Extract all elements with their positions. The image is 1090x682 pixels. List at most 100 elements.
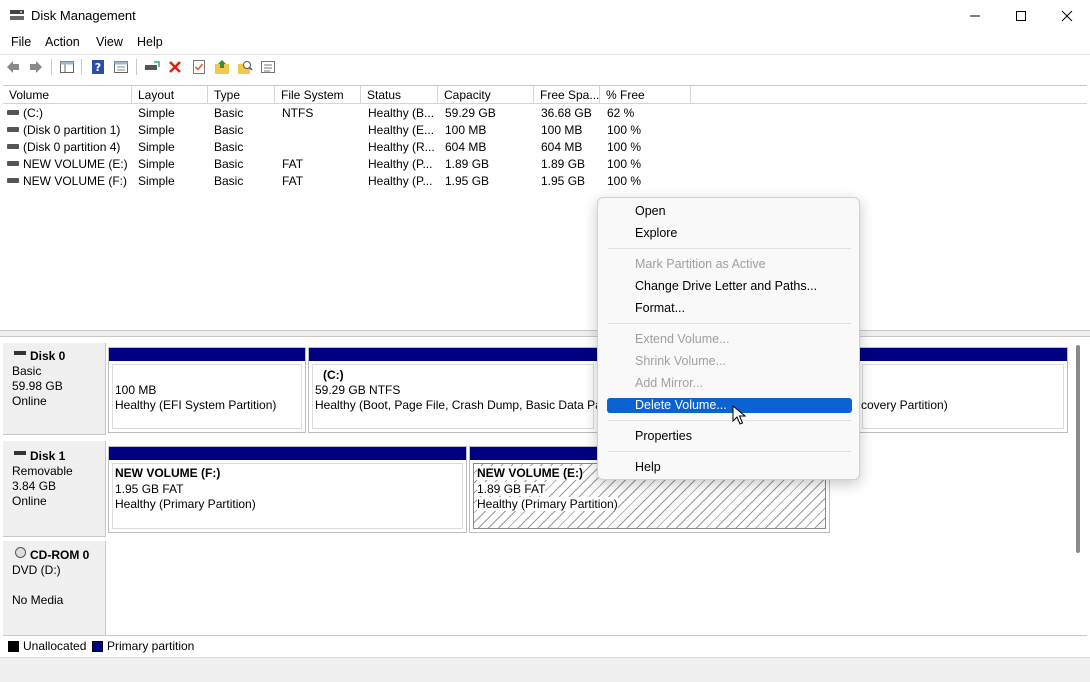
menu-item-change-drive-letter[interactable]: Change Drive Letter and Paths...: [635, 279, 817, 293]
menu-help[interactable]: Help: [137, 35, 163, 49]
search-folder-icon: [238, 61, 253, 74]
folder-up-button[interactable]: [213, 58, 231, 76]
column-header-volume[interactable]: Volume: [3, 86, 132, 104]
partition-status: covery Partition): [861, 398, 948, 412]
cell-type: Basic: [214, 123, 244, 137]
help-button[interactable]: ?: [89, 58, 107, 76]
cell-type: Basic: [214, 140, 244, 154]
partition-size: 59.29 GB NTFS: [315, 383, 401, 397]
cell-file-system: NTFS: [282, 106, 314, 120]
partition-status: Healthy (Boot, Page File, Crash Dump, Ba…: [315, 398, 598, 412]
primary-swatch: [92, 641, 103, 652]
partition-status: Healthy (Primary Partition): [477, 497, 618, 511]
table-row[interactable]: NEW VOLUME (F:) Simple Basic FAT Healthy…: [3, 173, 703, 190]
menu-item-delete-volume[interactable]: Delete Volume...: [635, 398, 727, 412]
maximize-icon: [1016, 10, 1026, 21]
menu-item-explore[interactable]: Explore: [635, 226, 677, 240]
column-header-file-system[interactable]: File System: [275, 86, 361, 104]
partition-efi[interactable]: 100 MB Healthy (EFI System Partition): [108, 347, 306, 433]
cell-volume: NEW VOLUME (E:): [23, 157, 128, 171]
disk-icon: [14, 351, 26, 355]
close-icon: [1061, 10, 1073, 21]
cell-layout: Simple: [138, 106, 175, 120]
delete-x-icon: [169, 61, 181, 73]
table-row[interactable]: (Disk 0 partition 1) Simple Basic Health…: [3, 122, 703, 139]
table-row[interactable]: (Disk 0 partition 4) Simple Basic Health…: [3, 139, 703, 156]
menu-item-open[interactable]: Open: [635, 204, 666, 218]
column-header-status[interactable]: Status: [361, 86, 438, 104]
menu-item-extend-volume: Extend Volume...: [635, 332, 730, 346]
connect-disk-button[interactable]: [143, 58, 161, 76]
cell-layout: Simple: [138, 140, 175, 154]
column-header-free-space[interactable]: Free Spa...: [534, 86, 600, 104]
cell-capacity: 59.29 GB: [445, 106, 496, 120]
menu-view[interactable]: View: [96, 35, 123, 49]
properties-pane-button[interactable]: [112, 58, 130, 76]
partition-title: (C:): [323, 368, 344, 382]
partition-title: NEW VOLUME (E:): [477, 466, 583, 480]
disk-1-state: Online: [12, 494, 47, 508]
cell-free-space: 100 MB: [541, 123, 583, 137]
delete-button[interactable]: [166, 58, 184, 76]
search-folder-button[interactable]: [236, 58, 254, 76]
properties-button[interactable]: [190, 58, 208, 76]
column-header-percent-free[interactable]: % Free: [600, 86, 691, 104]
cell-capacity: 100 MB: [445, 123, 487, 137]
partition-size: 100 MB: [115, 383, 157, 397]
cell-layout: Simple: [138, 123, 175, 137]
volume-list: Volume Layout Type File System Status Ca…: [3, 85, 1087, 330]
disk-0-type: Basic: [12, 364, 42, 378]
menu-file[interactable]: File: [11, 35, 31, 49]
drive-icon: [7, 178, 19, 183]
unallocated-swatch: [8, 641, 19, 652]
forward-button[interactable]: [27, 58, 45, 76]
menu-separator: [608, 451, 851, 452]
menu-item-format[interactable]: Format...: [635, 301, 685, 315]
cell-file-system: FAT: [282, 174, 304, 188]
table-row[interactable]: (C:) Simple Basic NTFS Healthy (B... 59.…: [3, 105, 703, 122]
cdrom-0-name: CD-ROM 0: [30, 548, 90, 562]
cell-capacity: 604 MB: [445, 140, 487, 154]
cell-free-space: 1.89 GB: [541, 157, 586, 171]
cell-capacity: 1.95 GB: [445, 174, 490, 188]
table-row[interactable]: NEW VOLUME (E:) Simple Basic FAT Healthy…: [3, 156, 703, 173]
context-menu: Open Explore Mark Partition as Active Ch…: [597, 197, 860, 480]
menu-item-help[interactable]: Help: [635, 460, 661, 474]
drive-icon: [7, 144, 19, 149]
menu-item-properties[interactable]: Properties: [635, 429, 692, 443]
disk-1-name: Disk 1: [30, 449, 66, 463]
cell-percent-free: 100 %: [607, 123, 642, 137]
disk-map: Disk 0 Basic 59.98 GB Online 100 MB Heal…: [3, 337, 1087, 635]
menu-item-mark-active: Mark Partition as Active: [635, 257, 766, 271]
cell-status: Healthy (B...: [368, 106, 435, 120]
partition-recovery[interactable]: covery Partition): [858, 347, 1068, 433]
cell-capacity: 1.89 GB: [445, 157, 490, 171]
title-bar: Disk Management: [0, 0, 1090, 31]
details-list-button[interactable]: [259, 58, 277, 76]
minimize-button[interactable]: [952, 0, 998, 31]
disk-icon: [14, 451, 26, 455]
properties-check-icon: [193, 60, 205, 74]
column-header-layout[interactable]: Layout: [132, 86, 208, 104]
partition-f[interactable]: NEW VOLUME (F:) 1.95 GB FAT Healthy (Pri…: [108, 446, 467, 533]
pane-splitter[interactable]: [0, 330, 1090, 337]
maximize-button[interactable]: [998, 0, 1044, 31]
menu-separator: [608, 248, 851, 249]
app-icon: [9, 8, 25, 22]
disk-0-header[interactable]: Disk 0 Basic 59.98 GB Online: [3, 343, 106, 435]
vertical-scrollbar[interactable]: [1076, 345, 1080, 553]
cell-free-space: 1.95 GB: [541, 174, 586, 188]
legend-unallocated: Unallocated: [23, 639, 87, 653]
disk-1-header[interactable]: Disk 1 Removable 3.84 GB Online: [3, 441, 106, 537]
cell-volume: (Disk 0 partition 4): [23, 140, 121, 154]
menu-action[interactable]: Action: [45, 35, 80, 49]
minimize-icon: [970, 15, 980, 16]
connect-disk-icon: [145, 61, 160, 70]
column-header-type[interactable]: Type: [208, 86, 275, 104]
close-button[interactable]: [1044, 0, 1090, 31]
show-hide-console-tree-button[interactable]: [58, 58, 76, 76]
cdrom-0-header[interactable]: CD-ROM 0 DVD (D:) No Media: [3, 541, 106, 635]
partition-c[interactable]: (C:) 59.29 GB NTFS Healthy (Boot, Page F…: [308, 347, 598, 433]
column-header-capacity[interactable]: Capacity: [438, 86, 534, 104]
back-button[interactable]: [4, 58, 22, 76]
